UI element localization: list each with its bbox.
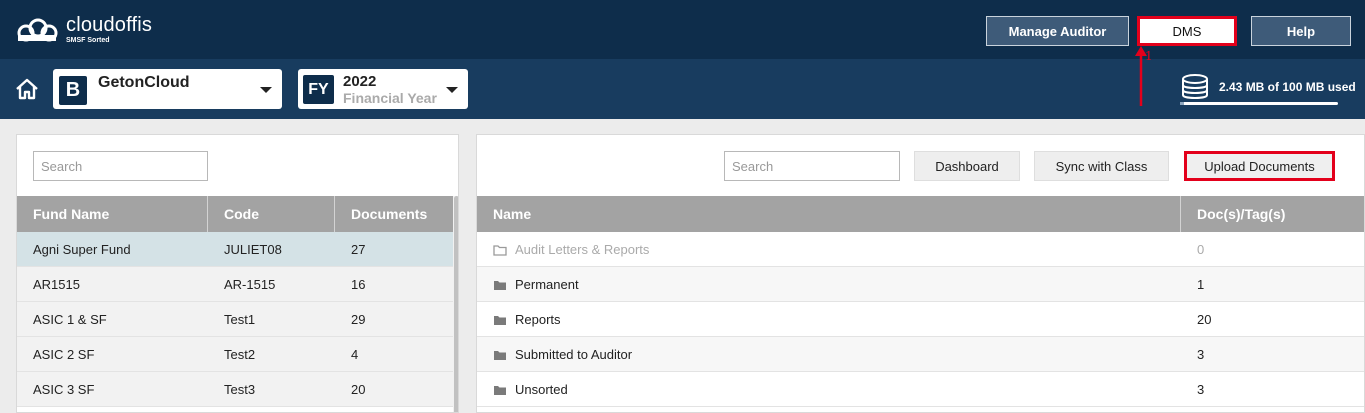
- fund-documents: 29: [351, 312, 366, 327]
- folder-cell: Permanent: [477, 267, 579, 302]
- context-bar: B GetonCloud FY 2022 Financial Year 2.43…: [0, 59, 1365, 119]
- folder-name: Audit Letters & Reports: [515, 242, 650, 257]
- documents-table-header: Name Doc(s)/Tag(s): [477, 196, 1364, 232]
- funds-panel: Search Fund Name Code Documents Agni Sup…: [16, 134, 459, 413]
- folder-count: 20: [1197, 312, 1212, 327]
- folder-row[interactable]: Permanent 1: [477, 267, 1364, 302]
- column-name[interactable]: Name: [477, 196, 1181, 232]
- chevron-down-icon: [446, 87, 458, 93]
- fund-code: Test1: [224, 312, 256, 327]
- cloud-logo-icon: [17, 18, 58, 42]
- column-documents[interactable]: Documents: [335, 196, 453, 232]
- funds-scrollbar[interactable]: [453, 196, 458, 412]
- folder-cell: Unsorted: [477, 372, 568, 407]
- fund-code: Test2: [224, 347, 256, 362]
- folder-icon: [494, 385, 506, 395]
- folder-cell: Submitted to Auditor: [477, 337, 632, 372]
- folder-count: 0: [1197, 242, 1205, 257]
- fund-search-input[interactable]: Search: [33, 151, 208, 181]
- fund-row[interactable]: AR1515 AR-1515 16: [17, 267, 453, 302]
- brand-tagline: SMSF Sorted: [66, 37, 110, 44]
- folder-icon: [494, 280, 506, 290]
- column-code[interactable]: Code: [208, 196, 335, 232]
- help-button[interactable]: Help: [1251, 16, 1351, 46]
- folder-count: 3: [1197, 347, 1205, 362]
- fund-name: AR1515: [33, 277, 80, 292]
- dashboard-button[interactable]: Dashboard: [914, 151, 1020, 181]
- fy-label: Financial Year: [343, 90, 437, 106]
- storage-progress-fill: [1180, 102, 1184, 105]
- folder-row[interactable]: Unsorted 3: [477, 372, 1364, 407]
- funds-scrollbar-thumb[interactable]: [454, 196, 458, 412]
- cloudoffis-logo[interactable]: cloudoffis SMSF Sorted: [14, 14, 174, 48]
- column-doc-tag-count[interactable]: Doc(s)/Tag(s): [1181, 196, 1364, 232]
- manage-auditor-button[interactable]: Manage Auditor: [986, 16, 1129, 46]
- folder-count: 3: [1197, 382, 1205, 397]
- fund-documents: 20: [351, 382, 366, 397]
- column-fund-name[interactable]: Fund Name: [17, 196, 208, 232]
- folder-name: Reports: [515, 312, 561, 327]
- sync-with-class-button[interactable]: Sync with Class: [1034, 151, 1169, 181]
- fund-name: ASIC 2 SF: [33, 347, 95, 362]
- fund-code: Test3: [224, 382, 256, 397]
- dms-button[interactable]: DMS: [1137, 16, 1237, 46]
- document-search-input[interactable]: Search: [724, 151, 900, 181]
- folder-icon: [494, 350, 506, 360]
- fy-year: 2022: [343, 73, 377, 90]
- storage-usage: 2.43 MB of 100 MB used: [1178, 73, 1358, 107]
- fund-documents: 16: [351, 277, 366, 292]
- annotation-marker-1: 1: [1145, 49, 1153, 63]
- folder-name: Submitted to Auditor: [515, 347, 633, 362]
- fy-badge: FY: [303, 75, 334, 104]
- home-icon[interactable]: [14, 77, 40, 101]
- database-icon: [1182, 74, 1208, 99]
- fund-documents: 27: [351, 242, 366, 257]
- fund-name: ASIC 3 SF: [33, 382, 95, 397]
- folder-outline-icon: [493, 244, 507, 256]
- fund-documents: 4: [351, 347, 359, 362]
- entity-badge: B: [59, 76, 87, 105]
- folder-icon: [494, 315, 506, 325]
- fund-name: ASIC 1 & SF: [33, 312, 107, 327]
- fund-code: JULIET08: [224, 242, 282, 257]
- fund-code: AR-1515: [224, 277, 276, 292]
- upload-documents-button[interactable]: Upload Documents: [1184, 151, 1335, 181]
- folder-row[interactable]: Audit Letters & Reports 0: [477, 232, 1364, 267]
- top-header: cloudoffis SMSF Sorted Manage Auditor DM…: [0, 0, 1365, 59]
- fund-row[interactable]: ASIC 2 SF Test2 4: [17, 337, 453, 372]
- documents-panel: Search Dashboard Sync with Class Upload …: [476, 134, 1365, 413]
- storage-progress-bar: [1180, 102, 1338, 105]
- storage-text: 2.43 MB of 100 MB used: [1219, 80, 1356, 94]
- chevron-down-icon: [260, 87, 272, 93]
- entity-selector[interactable]: B GetonCloud: [53, 69, 282, 109]
- folder-cell: Reports: [477, 302, 561, 337]
- folder-row[interactable]: Submitted to Auditor 3: [477, 337, 1364, 372]
- folder-row[interactable]: Reports 20: [477, 302, 1364, 337]
- folder-name: Permanent: [515, 277, 579, 292]
- folder-count: 1: [1197, 277, 1205, 292]
- folder-name: Unsorted: [515, 382, 568, 397]
- fund-row[interactable]: ASIC 3 SF Test3 20: [17, 372, 453, 407]
- brand-name: cloudoffis: [66, 14, 153, 36]
- fund-name: Agni Super Fund: [33, 242, 131, 257]
- entity-name: GetonCloud: [98, 74, 190, 91]
- funds-table-header: Fund Name Code Documents: [17, 196, 458, 232]
- fund-row[interactable]: ASIC 1 & SF Test1 29: [17, 302, 453, 337]
- fund-row[interactable]: Agni Super Fund JULIET08 27: [17, 232, 453, 267]
- folder-cell: Audit Letters & Reports: [477, 232, 649, 267]
- financial-year-selector[interactable]: FY 2022 Financial Year: [298, 69, 468, 109]
